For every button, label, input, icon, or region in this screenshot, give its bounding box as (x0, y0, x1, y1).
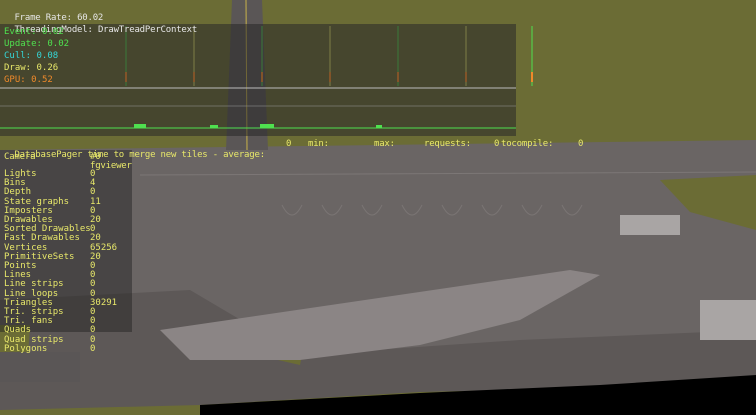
pager-tocompile-value: 0 (578, 139, 584, 149)
pager-min-label: min: (308, 139, 329, 149)
database-pager-row: DatabasePager time to merge new tiles - … (4, 139, 265, 161)
stat-draw-value: 0.26 (36, 63, 59, 73)
pager-label: DatabasePager time to merge new tiles - … (14, 150, 265, 160)
stat-cull-value: 0.08 (36, 51, 59, 61)
stat-cull: Cull: 0.08 (4, 51, 58, 62)
building-block-2 (620, 215, 680, 235)
stat-cull-label: Cull: (4, 51, 32, 61)
stat-gpu-value: 0.52 (31, 75, 53, 85)
building-block (0, 352, 80, 382)
stat-update-value: 0.02 (47, 39, 70, 49)
stat-event: Event: 0.02 (4, 27, 64, 38)
timing-graph (0, 87, 516, 129)
stat-draw-label: Draw: (4, 63, 32, 73)
stat-gpu: GPU: 0.52 (4, 75, 53, 86)
threading-model-value: DrawTreadPerContext (97, 25, 198, 35)
stat-draw: Draw: 0.26 (4, 63, 58, 74)
stat-update-label: Update: (4, 39, 42, 49)
pager-requests-label: requests: (424, 139, 471, 149)
pager-tocompile-label: tocompile: (501, 139, 554, 149)
pager-max-label: max: (374, 139, 395, 149)
building-block-3 (700, 300, 756, 340)
pager-requests-value: 0 (494, 139, 500, 149)
stat-gpu-label: GPU: (4, 75, 26, 85)
timing-stats-panel (0, 24, 516, 136)
camera-header-label: Camera (4, 152, 36, 162)
pager-average: 0 (286, 139, 292, 149)
stat-event-label: Event: (4, 27, 37, 37)
stat-event-value: 0.02 (41, 27, 64, 37)
scene-stat-value: 0 (90, 343, 96, 354)
scene-stat-label: Polygons (4, 343, 48, 354)
camera-name: fgviewer (90, 161, 132, 171)
stat-update: Update: 0.02 (4, 39, 69, 50)
